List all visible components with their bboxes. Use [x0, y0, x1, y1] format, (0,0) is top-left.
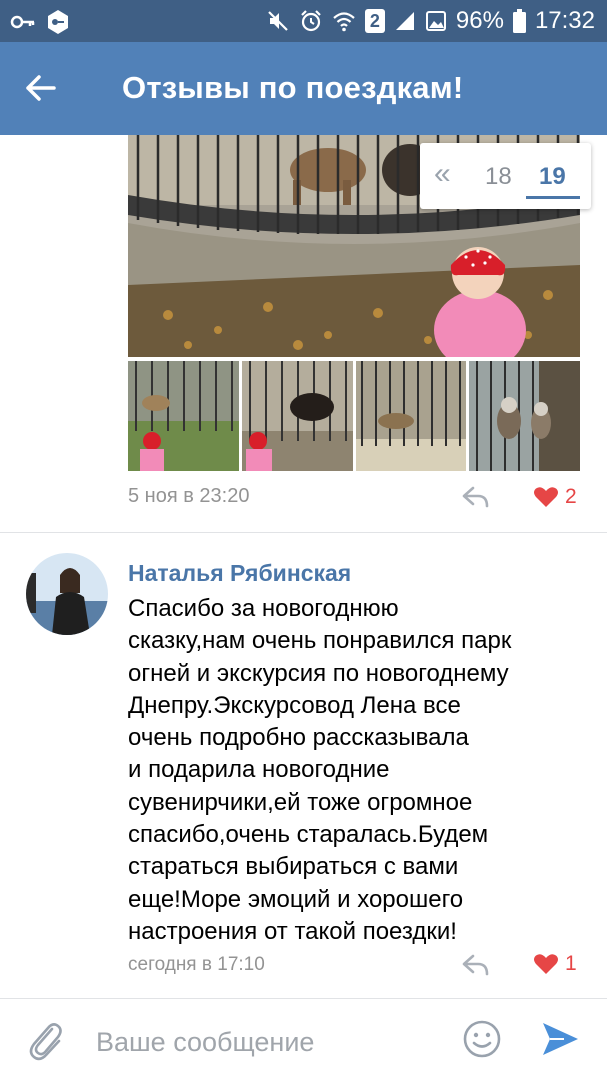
- status-bar: 2 96% 17:32: [0, 0, 607, 42]
- send-button[interactable]: [540, 1019, 580, 1064]
- message-composer: Ваше сообщение: [0, 998, 607, 1080]
- app-header: Отзывы по поездкам!: [0, 42, 607, 135]
- comment-line: сказку,нам очень понравился парк: [128, 627, 512, 655]
- sim-badge: 2: [364, 9, 385, 33]
- send-icon: [543, 1023, 578, 1055]
- comment-line: спасибо,очень старалась.Будем: [128, 821, 489, 849]
- comment-line: огней и экскурсия по новогоднему: [128, 659, 509, 687]
- reply-button[interactable]: [462, 485, 490, 514]
- heart-icon: [534, 954, 558, 974]
- like-count: 1: [565, 952, 577, 975]
- like-count: 2: [565, 485, 577, 508]
- alarm-icon: [299, 9, 323, 33]
- page-link-18[interactable]: 18: [485, 163, 512, 191]
- photo-thumbnails: [128, 361, 580, 471]
- like-button[interactable]: 1: [533, 952, 577, 976]
- comment-line: сувенирчики,ей тоже огромное: [128, 788, 473, 816]
- current-page-indicator: [526, 196, 580, 199]
- discussion-content[interactable]: « 18 19 5 ноя в 23:20 2 Наталья Рябинска…: [0, 135, 607, 998]
- battery-icon: [512, 9, 526, 33]
- pagination: « 18 19: [420, 143, 591, 209]
- image-notification-icon: [425, 10, 447, 32]
- back-button[interactable]: [18, 66, 62, 110]
- comment-line: стараться выбираться с вами: [128, 853, 459, 881]
- page-link-19[interactable]: 19: [539, 163, 566, 191]
- comment-author[interactable]: Наталья Рябинская: [128, 560, 351, 587]
- arrow-left-icon: [26, 75, 56, 101]
- reply-icon: [462, 486, 489, 508]
- reply-button[interactable]: [462, 953, 490, 982]
- photo-thumbnail[interactable]: [241, 361, 353, 471]
- smiley-icon: [463, 1020, 501, 1058]
- battery-percent: 96%: [455, 7, 504, 34]
- page-title: Отзывы по поездкам!: [122, 70, 464, 105]
- mute-icon: [266, 9, 290, 33]
- photo-thumbnail[interactable]: [355, 361, 467, 471]
- emoji-button[interactable]: [462, 1019, 502, 1064]
- comment-text: Спасибо за новогоднюю сказку,нам очень п…: [128, 593, 588, 948]
- signal-icon: [394, 10, 416, 32]
- key-icon: [10, 11, 36, 33]
- wifi-icon: [332, 10, 356, 32]
- comment-timestamp: сегодня в 17:10: [128, 954, 265, 975]
- comment-line: настроения от такой поездки!: [128, 917, 457, 945]
- heart-icon: [534, 487, 558, 507]
- vpn-key-icon: [46, 9, 70, 35]
- post-timestamp: 5 ноя в 23:20: [128, 485, 250, 507]
- status-left-icons: [10, 9, 70, 35]
- attach-button[interactable]: [28, 1019, 64, 1066]
- comment-line: очень подробно рассказывала: [128, 724, 469, 752]
- message-input[interactable]: Ваше сообщение: [96, 1027, 314, 1058]
- comment-line: и подарила новогодние: [128, 756, 390, 784]
- photo-thumbnail[interactable]: [128, 361, 239, 471]
- pagination-prev-button[interactable]: «: [434, 159, 451, 189]
- photo-thumbnail[interactable]: [469, 361, 580, 471]
- comment-line: Днепру.Экскурсовод Лена все: [128, 691, 461, 719]
- status-right-icons: 2 96% 17:32: [266, 7, 595, 35]
- comment-line: Спасибо за новогоднюю: [128, 595, 399, 622]
- avatar[interactable]: [26, 553, 108, 635]
- comment-line: еще!Море эмоций и хорошего: [128, 885, 464, 913]
- reply-icon: [462, 954, 489, 976]
- paperclip-icon: [29, 1023, 62, 1061]
- like-button[interactable]: 2: [533, 485, 577, 509]
- clock: 17:32: [534, 7, 595, 34]
- divider: [0, 532, 607, 533]
